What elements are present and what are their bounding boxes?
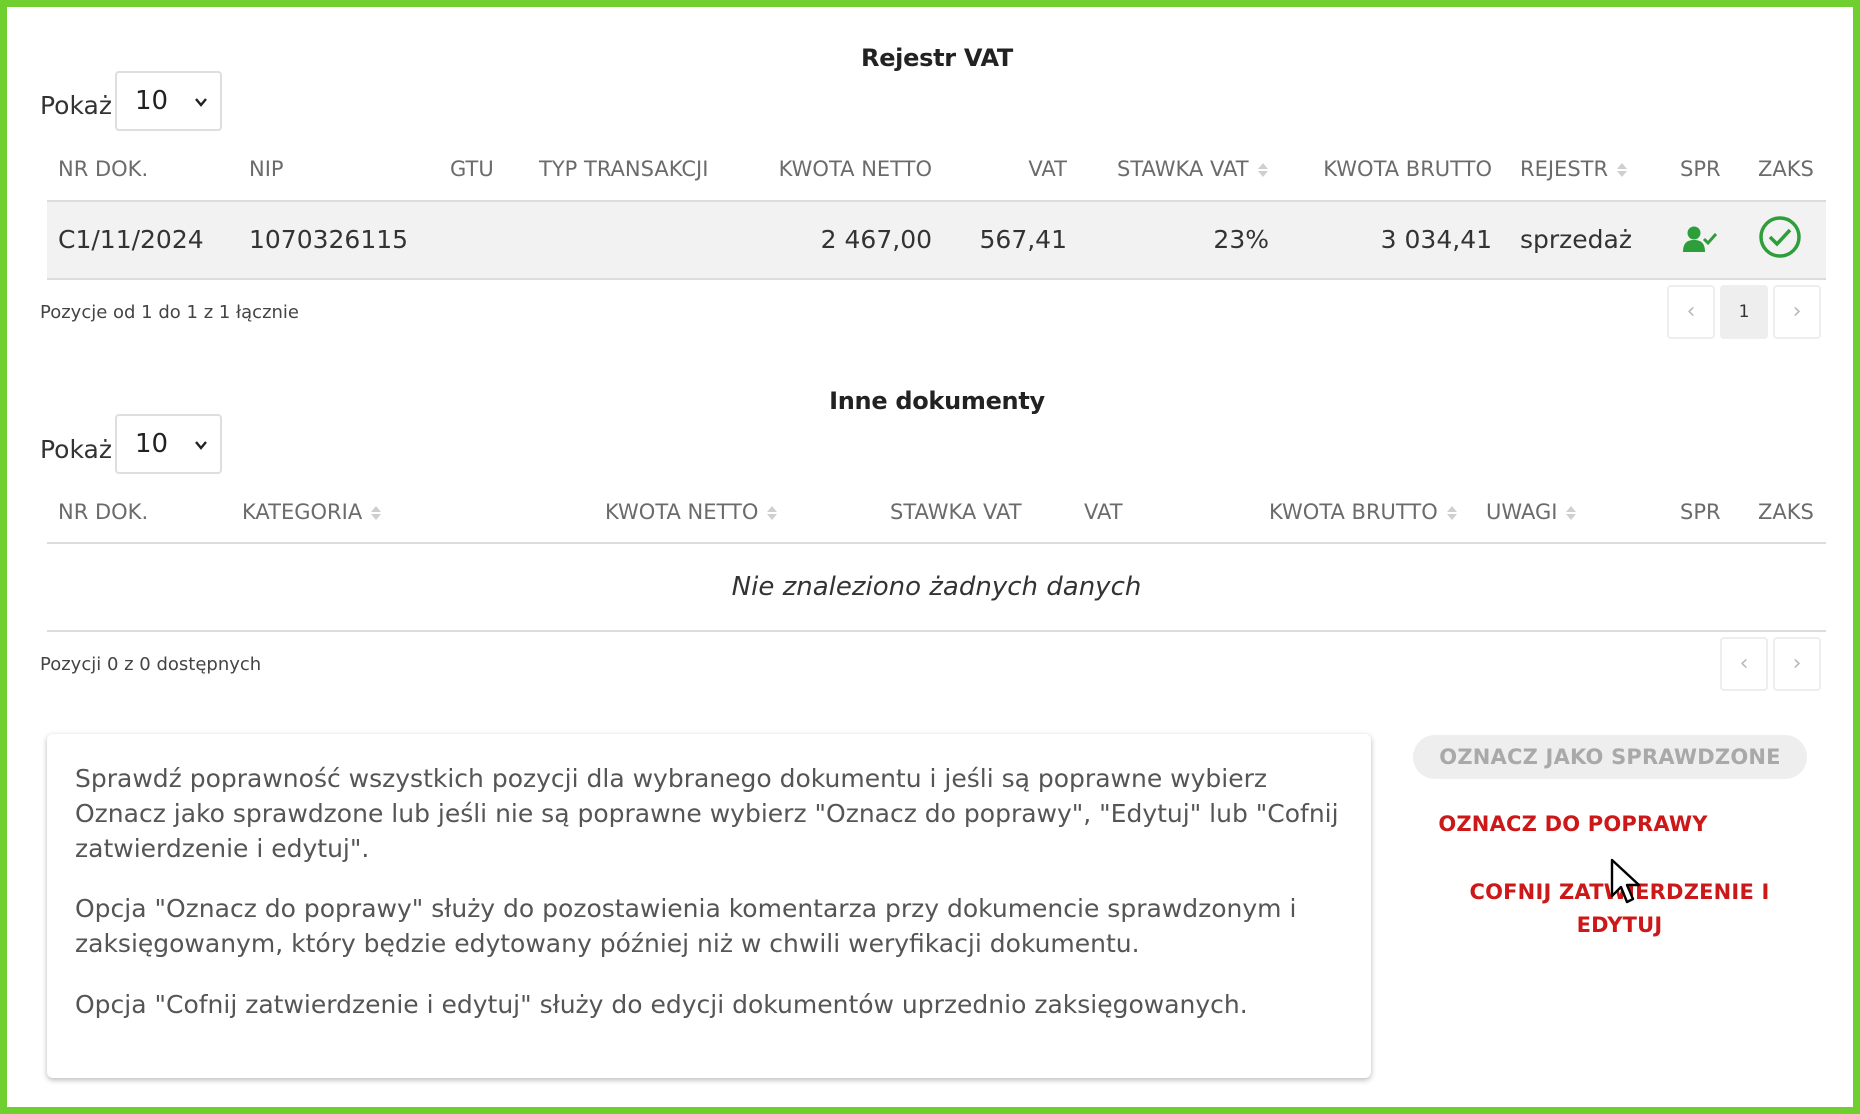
chevron-down-icon: [195, 441, 207, 450]
table-bottom-divider: [47, 630, 1826, 632]
vat-col-gtu[interactable]: GTU: [450, 157, 494, 181]
vat-register-title: Rejestr VAT: [861, 44, 1013, 72]
vat-col-kwota-brutto[interactable]: KWOTA BRUTTO: [1297, 157, 1492, 181]
other-documents-title: Inne dokumenty: [829, 387, 1045, 415]
info-paragraph-2: Opcja "Oznacz do poprawy" służy do pozos…: [75, 894, 1297, 958]
vat-col-vat[interactable]: VAT: [967, 157, 1067, 181]
vat-col-spr: SPR: [1680, 157, 1721, 181]
info-paragraph-1: Sprawdź poprawność wszystkich pozycji dl…: [75, 764, 1339, 863]
vat-col-kwota-netto[interactable]: KWOTA NETTO: [727, 157, 932, 181]
empty-table-message: Nie znaleziono żadnych danych: [731, 572, 1142, 602]
other-pager-prev[interactable]: ‹: [1720, 637, 1768, 691]
vat-col-nip[interactable]: NIP: [249, 157, 284, 181]
other-page-size-value: 10: [135, 429, 169, 459]
chevron-down-icon: [195, 98, 207, 107]
user-check-icon[interactable]: [1683, 225, 1717, 253]
other-col-uwagi[interactable]: UWAGI: [1486, 500, 1577, 524]
row-kwota-brutto: 3 034,41: [1380, 225, 1492, 254]
row-vat: 567,41: [979, 225, 1067, 254]
vat-col-stawka-vat[interactable]: STAWKA VAT: [1117, 157, 1269, 181]
sort-icon: [1446, 506, 1457, 520]
mark-for-correction-button[interactable]: OZNACZ DO POPRAWY: [1413, 810, 1733, 838]
other-pager-next[interactable]: ›: [1773, 637, 1821, 691]
other-page-size-select[interactable]: 10: [115, 414, 222, 474]
other-col-zaks: ZAKS: [1758, 500, 1814, 524]
vat-page-size-select[interactable]: 10: [115, 71, 222, 131]
mark-checked-button[interactable]: OZNACZ JAKO SPRAWDZONE: [1413, 735, 1807, 779]
other-page-size-label: Pokaż: [40, 435, 112, 464]
other-table-info: Pozycji 0 z 0 dostępnych: [40, 654, 262, 675]
mouse-cursor-icon: [1610, 858, 1641, 904]
sort-icon: [767, 506, 778, 520]
table-header-divider: [47, 542, 1826, 544]
app-frame: Rejestr VAT Pokaż 10 NR DOK. NIP GTU TYP…: [0, 0, 1860, 1114]
other-col-vat[interactable]: VAT: [1084, 500, 1123, 524]
row-kwota-netto: 2 467,00: [820, 225, 932, 254]
other-col-kategoria[interactable]: KATEGORIA: [242, 500, 382, 524]
row-nip: 1070326115: [249, 225, 409, 254]
other-col-nr-dok[interactable]: NR DOK.: [58, 500, 148, 524]
info-paragraph-3: Opcja "Cofnij zatwierdzenie i edytuj" sł…: [75, 990, 1248, 1019]
vat-pager-next[interactable]: ›: [1773, 285, 1821, 339]
vat-col-nr-dok[interactable]: NR DOK.: [58, 157, 148, 181]
row-nr-dok: C1/11/2024: [58, 225, 204, 254]
vat-col-typ-transakcji[interactable]: TYP TRANSAKCJI: [539, 157, 708, 181]
sort-icon: [1617, 163, 1628, 177]
vat-table-info: Pozycje od 1 do 1 z 1 łącznie: [40, 302, 300, 323]
vat-page-size-label: Pokaż: [40, 91, 112, 120]
sort-icon: [1257, 163, 1268, 177]
vat-col-rejestr[interactable]: REJESTR: [1520, 157, 1628, 181]
sort-icon: [371, 506, 382, 520]
vat-col-zaks: ZAKS: [1758, 157, 1814, 181]
check-circle-icon[interactable]: [1758, 215, 1802, 259]
vat-pager-prev[interactable]: ‹: [1667, 285, 1715, 339]
other-col-spr: SPR: [1680, 500, 1721, 524]
sort-icon: [1566, 506, 1577, 520]
info-card: Sprawdź poprawność wszystkich pozycji dl…: [47, 734, 1371, 1078]
undo-approval-label-line2: EDYTUJ: [1576, 913, 1663, 937]
other-col-kwota-netto[interactable]: KWOTA NETTO: [605, 500, 778, 524]
other-col-stawka-vat[interactable]: STAWKA VAT: [890, 500, 1022, 524]
row-rejestr: sprzedaż: [1520, 225, 1632, 254]
vat-pager-page-1[interactable]: 1: [1720, 285, 1768, 339]
vat-page-size-value: 10: [135, 86, 169, 116]
other-col-kwota-brutto[interactable]: KWOTA BRUTTO: [1269, 500, 1458, 524]
row-stawka-vat: 23%: [1213, 225, 1269, 254]
